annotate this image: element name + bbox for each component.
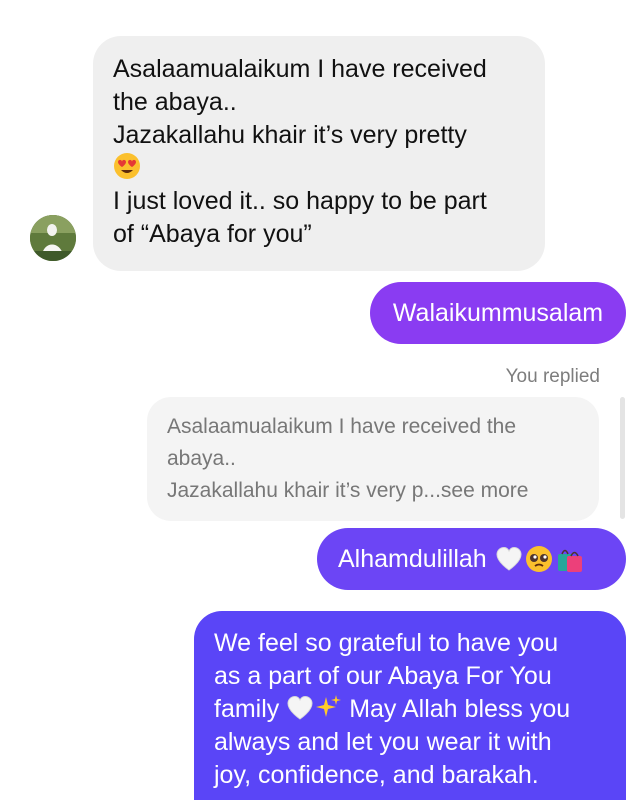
message-text: as a part of our Abaya For You [214,662,552,690]
emoji-group [495,544,585,574]
message-text: joy, confidence, and barakah. [214,761,539,789]
chat-thread: Asalaamualaikum I have received the abay… [0,0,640,800]
quoted-text: Asalaamualaikum I have received the [167,415,517,438]
avatar[interactable] [30,215,76,261]
white-heart-emoji [287,695,313,720]
incoming-message-bubble[interactable]: Asalaamualaikum I have received the abay… [93,36,545,271]
outgoing-message-bubble[interactable]: Alhamdulillah [317,528,626,590]
heart-eyes-emoji [113,152,523,185]
reply-label: You replied [505,366,600,387]
outgoing-message-bubble[interactable]: Walaikummusalam [370,282,626,344]
message-line-with-emoji: family May Allah bless you [214,693,610,726]
reply-indicator-bar [620,397,625,519]
quoted-text: abaya.. [167,447,236,470]
message-text: Alhamdulillah [338,544,487,573]
message-text: of “Abaya for you” [113,220,312,248]
message-text: I just loved it.. so happy to be part [113,187,487,215]
reply-quote[interactable]: Asalaamualaikum I have received the abay… [147,397,599,521]
quoted-text: Jazakallahu khair it’s very p...see more [167,479,529,502]
message-text: Asalaamualaikum I have received [113,55,487,83]
message-text: Jazakallahu khair it’s very pretty [113,121,467,149]
message-text: always and let you wear it with [214,728,552,756]
pleading-face-emoji [525,546,552,572]
message-text: the abaya.. [113,88,237,116]
shopping-bags-emoji [557,549,582,572]
sparkles-emoji [316,695,342,717]
message-text: We feel so grateful to have you [214,629,559,657]
message-text: May Allah bless you [349,695,571,723]
white-heart-emoji [496,546,522,571]
message-text: Walaikummusalam [392,298,604,327]
message-text: family [214,695,280,723]
outgoing-message-bubble[interactable]: We feel so grateful to have you as a par… [194,611,626,800]
